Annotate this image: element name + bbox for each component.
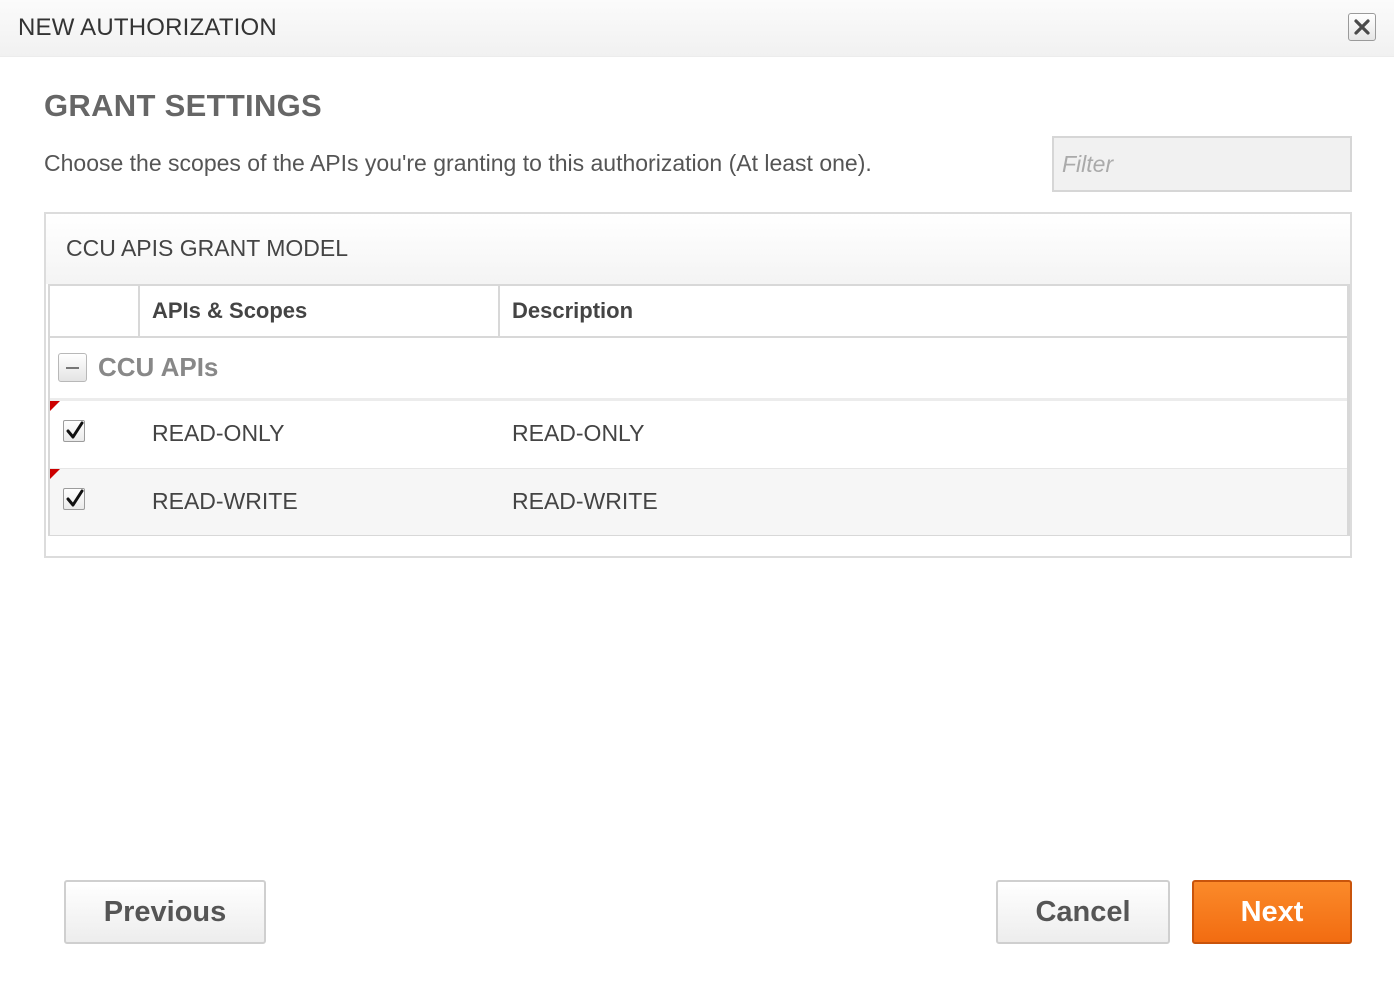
scope-checkbox[interactable] (63, 420, 85, 442)
column-separator[interactable] (138, 286, 140, 336)
grant-model-title: CCU APIS GRANT MODEL (66, 235, 349, 261)
section-heading: GRANT SETTINGS (44, 88, 323, 123)
column-header-scopes[interactable]: APIs & Scopes (152, 298, 307, 324)
new-authorization-dialog: NEW AUTHORIZATION GRANT SETTINGS Choose … (0, 0, 1394, 996)
cancel-button[interactable]: Cancel (996, 880, 1170, 944)
group-label: CCU APIs (98, 352, 219, 382)
scope-checkbox[interactable] (63, 488, 85, 510)
table-row[interactable]: READ-WRITE READ-WRITE (50, 469, 1347, 535)
collapse-icon (66, 367, 79, 369)
description-cell: READ-ONLY (512, 420, 645, 446)
modified-flag-icon (50, 401, 60, 411)
grid-footer (48, 536, 1350, 556)
checkmark-icon (66, 421, 84, 439)
section-instructions: Choose the scopes of the APIs you're gra… (44, 150, 872, 176)
previous-button[interactable]: Previous (64, 880, 266, 944)
close-icon (1354, 19, 1370, 35)
collapse-toggle[interactable] (58, 353, 87, 382)
scope-cell: READ-ONLY (152, 420, 285, 446)
grid-header-row: APIs & Scopes Description (50, 286, 1347, 338)
dialog-titlebar: NEW AUTHORIZATION (0, 0, 1394, 57)
grant-model-header: CCU APIS GRANT MODEL (46, 214, 1350, 284)
column-header-description[interactable]: Description (512, 298, 633, 324)
column-separator[interactable] (498, 286, 500, 336)
group-row-ccu-apis: CCU APIs (50, 338, 1347, 401)
modified-flag-icon (50, 469, 60, 479)
checkmark-icon (66, 489, 84, 507)
filter-input[interactable] (1052, 136, 1352, 192)
grant-model-panel: CCU APIS GRANT MODEL APIs & Scopes Descr… (44, 212, 1352, 558)
scope-cell: READ-WRITE (152, 488, 298, 514)
table-row[interactable]: READ-ONLY READ-ONLY (50, 401, 1347, 469)
scopes-grid: APIs & Scopes Description CCU APIs READ-… (48, 284, 1350, 536)
next-button[interactable]: Next (1192, 880, 1352, 944)
description-cell: READ-WRITE (512, 488, 658, 514)
close-button[interactable] (1348, 13, 1376, 41)
dialog-title: NEW AUTHORIZATION (18, 14, 277, 41)
